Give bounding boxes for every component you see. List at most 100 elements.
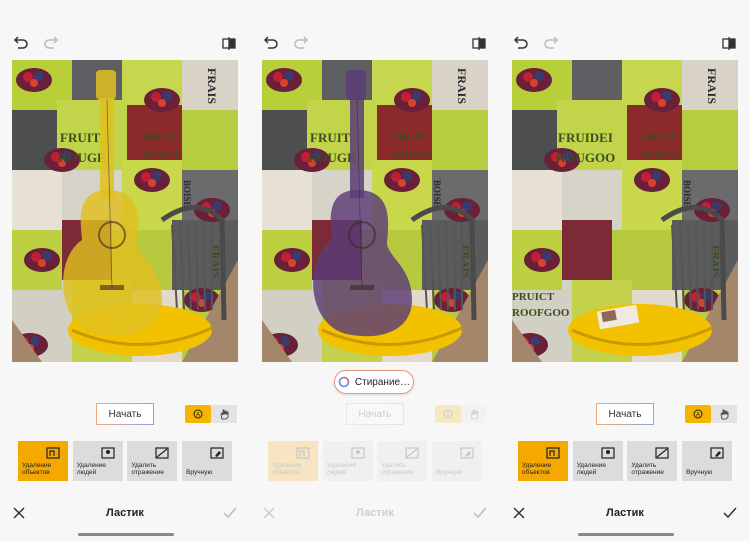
wallpaper-text: BOISE [182, 180, 192, 208]
screen-title: Ластик [356, 507, 394, 519]
tool-object[interactable]: Удаление объектов [518, 441, 568, 481]
tool-label: Удалить отражение [631, 462, 664, 476]
tool-label: Вручную [686, 469, 713, 476]
auto-mode-icon[interactable]: A [185, 405, 211, 423]
wallpaper-text: FRUIT [310, 130, 351, 145]
confirm-icon[interactable] [472, 506, 488, 520]
redo-icon[interactable] [292, 34, 310, 52]
tool-manual[interactable]: Вручную [682, 441, 733, 481]
hand-mode-icon[interactable] [711, 405, 737, 423]
tool-label: Вручную [436, 469, 463, 476]
photo-canvas[interactable]: FRUIDEI ROUGOO PRUICT ROOFGOO FRAIS FRUIT ROUG… [512, 60, 738, 362]
panel-erasing: FRUIT ROUGE FRAIS FRUIT ROUGE BOISE FRAIS Стира… [250, 0, 500, 541]
wallpaper-tile [432, 110, 488, 170]
panel-result: FRUIDEI ROUGOO PRUICT ROOFGOO FRAIS FRUIT ROUG… [500, 0, 750, 541]
hand-mode-icon[interactable] [461, 405, 487, 423]
svg-text:A: A [446, 413, 450, 419]
spinner-icon [338, 376, 350, 388]
wallpaper-text: ROUGE [642, 149, 682, 161]
mode-toggle[interactable]: A [185, 405, 237, 423]
manual-icon [210, 446, 224, 459]
mode-toggle[interactable]: A [685, 405, 737, 423]
person-icon [351, 446, 365, 459]
wallpaper-text: FRAIS [709, 245, 721, 278]
fruit-bowl [24, 248, 60, 272]
auto-mode-icon[interactable]: A [685, 405, 711, 423]
wallpaper-text: FRUIT [642, 131, 677, 143]
person-icon [601, 446, 615, 459]
top-toolbar [262, 34, 488, 52]
start-button[interactable]: Начать [96, 403, 154, 425]
fruit-bowl [384, 168, 420, 192]
wallpaper-text: PRUICT [512, 291, 555, 303]
svg-text:A: A [696, 413, 700, 419]
wallpaper-text: FRAIS [705, 68, 719, 104]
tool-object[interactable]: Удаление объектов [18, 441, 68, 481]
manual-icon [460, 446, 474, 459]
confirm-icon[interactable] [222, 506, 238, 520]
fruit-bowl [524, 248, 560, 272]
tool-label: Удаление людей [326, 462, 356, 476]
wallpaper-text: ROOFGOO [512, 307, 570, 319]
tool-reflection[interactable]: Удалить отражение [627, 441, 678, 481]
screen-title: Ластик [606, 507, 644, 519]
start-button[interactable]: Начать [596, 403, 654, 425]
panel-objects-selected: FRUIT ROUGE FRAIS FRUIT ROUGE BOISE FRAIS Начат… [0, 0, 250, 541]
fruit-bowl [394, 88, 430, 112]
tool-reflection[interactable]: Удалить отражение [127, 441, 178, 481]
mode-toggle[interactable]: A [435, 405, 487, 423]
wallpaper-text: FRUIT [142, 131, 177, 143]
redo-icon[interactable] [542, 34, 560, 52]
svg-text:A: A [196, 413, 200, 419]
bottom-bar: Ластик [262, 505, 488, 523]
tool-row: Удаление объектов Удаление людей Удалить о… [518, 441, 734, 481]
object-icon [546, 446, 560, 459]
wallpaper-tile [572, 60, 622, 100]
tool-manual[interactable]: Вручную [432, 441, 483, 481]
tool-label: Удаление объектов [522, 462, 552, 476]
wallpaper-tile [12, 170, 62, 230]
wallpaper-text: FRAIS [455, 68, 469, 104]
tool-label: Удаление объектов [272, 462, 302, 476]
start-button[interactable]: Начать [346, 403, 404, 425]
screen-title: Ластик [106, 507, 144, 519]
tool-manual[interactable]: Вручную [182, 441, 233, 481]
compare-icon[interactable] [220, 34, 238, 52]
erasing-label: Стирание… [354, 376, 411, 388]
wallpaper-tile [512, 170, 562, 230]
hand-mode-icon[interactable] [211, 405, 237, 423]
fruit-bowl [516, 68, 552, 92]
bottom-bar: Ластик [12, 505, 238, 523]
wallpaper-tile [182, 110, 238, 170]
tool-person[interactable]: Удаление людей [72, 441, 123, 481]
compare-icon[interactable] [470, 34, 488, 52]
wallpaper-tile [562, 170, 622, 220]
fruit-bowl [134, 168, 170, 192]
tool-person[interactable]: Удаление людей [322, 441, 373, 481]
auto-mode-icon[interactable]: A [435, 405, 461, 423]
wallpaper-tile [562, 220, 612, 280]
reflection-icon [405, 446, 419, 459]
tool-label: Удаление людей [76, 462, 106, 476]
tool-object[interactable]: Удаление объектов [268, 441, 318, 481]
object-icon [46, 446, 60, 459]
tool-row: Удаление объектов Удаление людей Удалить о… [18, 441, 234, 481]
undo-icon[interactable] [12, 34, 30, 52]
person-icon [101, 446, 115, 459]
fruit-bowl [634, 168, 670, 192]
tool-person[interactable]: Удаление людей [572, 441, 623, 481]
confirm-icon[interactable] [722, 506, 738, 520]
photo-canvas[interactable]: FRUIT ROUGE FRAIS FRUIT ROUGE BOISE FRAIS [262, 60, 488, 362]
undo-icon[interactable] [262, 34, 280, 52]
wallpaper-text: FRUIDEI [558, 130, 613, 145]
top-toolbar [512, 34, 738, 52]
tool-reflection[interactable]: Удалить отражение [377, 441, 428, 481]
photo-canvas[interactable]: FRUIT ROUGE FRAIS FRUIT ROUGE BOISE FRAIS [12, 60, 238, 362]
undo-icon[interactable] [512, 34, 530, 52]
compare-icon[interactable] [720, 34, 738, 52]
redo-icon[interactable] [42, 34, 60, 52]
fruit-bowl [144, 88, 180, 112]
wallpaper-text: FRAIS [205, 68, 219, 104]
erasing-status: Стирание… [334, 370, 414, 394]
tool-label: Вручную [186, 469, 213, 476]
